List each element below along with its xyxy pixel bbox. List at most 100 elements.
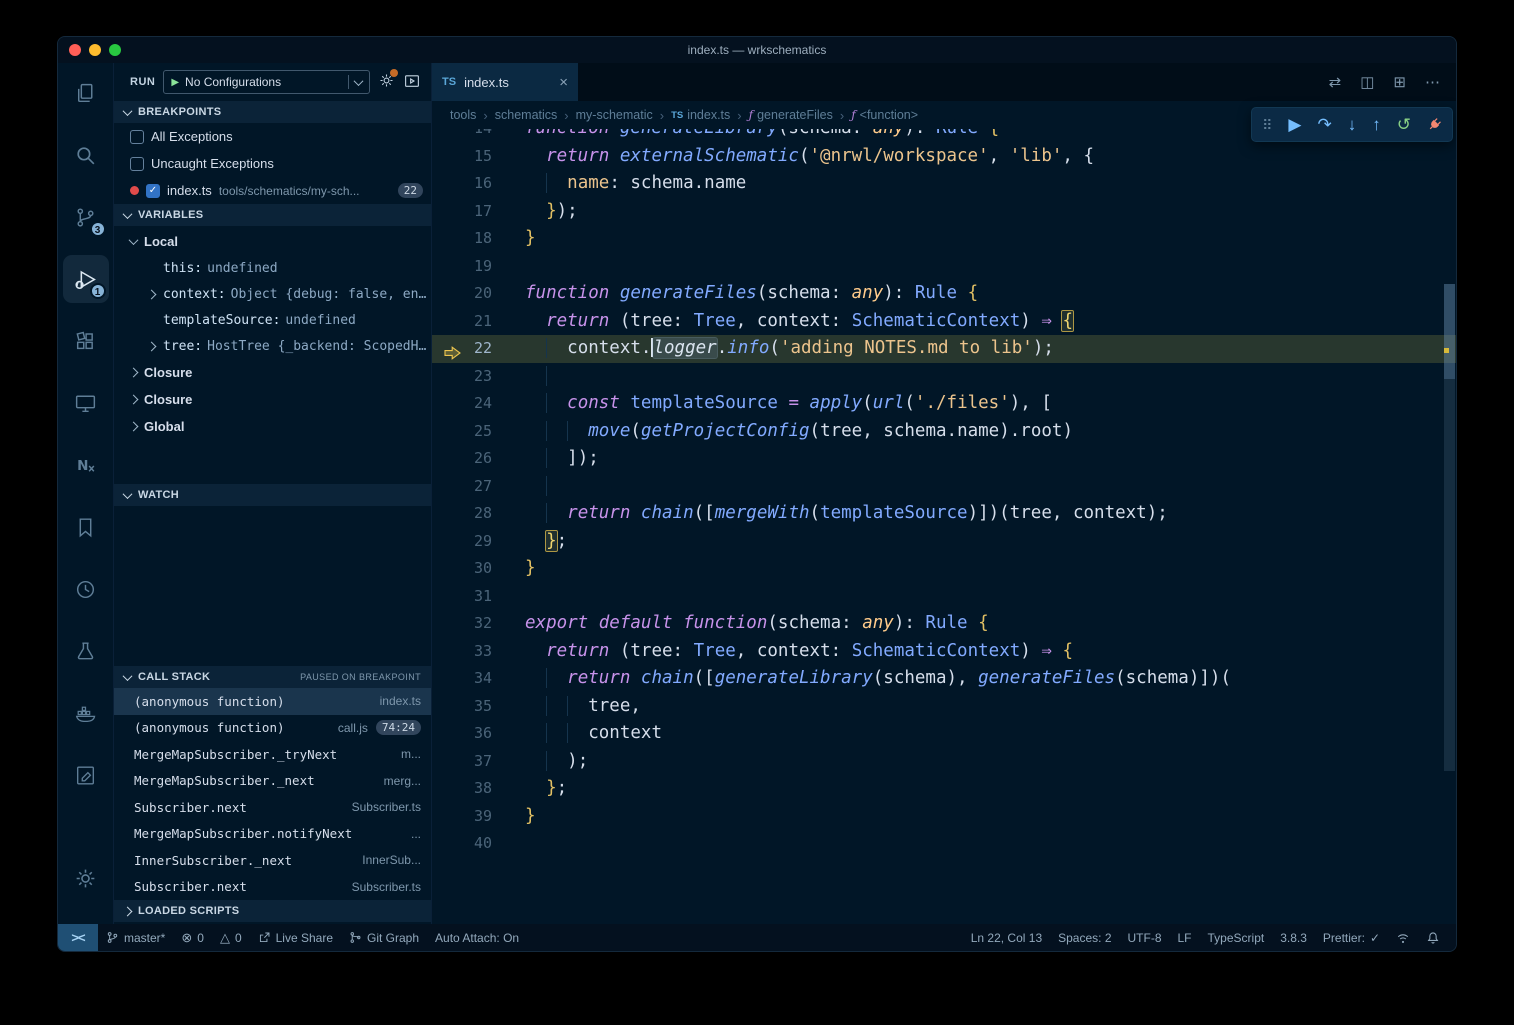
start-debugging-icon[interactable]: ▶ — [171, 77, 179, 88]
code-text[interactable]: }); — [525, 198, 578, 226]
code-line[interactable]: 15 return externalSchematic('@nrwl/works… — [432, 143, 1456, 171]
status-item-errors[interactable]: ⊗0 — [173, 924, 212, 951]
tab-index-ts[interactable]: TS index.ts × — [432, 63, 578, 101]
step-into-icon[interactable]: ↓ — [1348, 116, 1357, 133]
variable-scope-closure[interactable]: Closure — [114, 359, 431, 386]
disconnect-icon[interactable] — [1427, 117, 1442, 132]
breakpoint-row[interactable]: Uncaught Exceptions — [114, 150, 431, 177]
line-number[interactable]: 37 — [432, 748, 502, 776]
code-line[interactable]: 26 ]); — [432, 445, 1456, 473]
code-text[interactable]: context.logger.info('adding NOTES.md to … — [525, 335, 1054, 363]
status-item-warnings[interactable]: △0 — [212, 924, 250, 951]
code-line[interactable]: 25 move(getProjectConfig(tree, schema.na… — [432, 418, 1456, 446]
code-line[interactable]: 28 return chain([mergeWith(templateSourc… — [432, 500, 1456, 528]
status-item-ts-version[interactable]: 3.8.3 — [1272, 924, 1315, 951]
activity-item-clock[interactable] — [63, 565, 109, 613]
close-window-button[interactable] — [69, 44, 81, 56]
activity-item-beaker[interactable] — [63, 627, 109, 675]
code-line[interactable]: 22 context.logger.info('adding NOTES.md … — [432, 335, 1456, 363]
line-number[interactable]: 16 — [432, 170, 502, 198]
code-line[interactable]: 27 — [432, 473, 1456, 501]
line-number[interactable]: 22 — [432, 335, 502, 363]
code-line[interactable]: 21 return (tree: Tree, context: Schemati… — [432, 308, 1456, 336]
code-text[interactable]: const templateSource = apply(url('./file… — [525, 390, 1052, 418]
status-item-eol[interactable]: LF — [1170, 924, 1200, 951]
call-stack-frame[interactable]: (anonymous function)call.js74:24 — [114, 715, 431, 742]
titlebar[interactable]: index.ts — wrkschematics — [58, 37, 1456, 63]
breakpoint-checkbox[interactable] — [130, 130, 144, 144]
line-number[interactable]: 15 — [432, 143, 502, 171]
status-item-remote-indicator[interactable]: >< — [58, 924, 98, 951]
call-stack-frame[interactable]: InnerSubscriber._nextInnerSub... — [114, 847, 431, 874]
status-item-prettier[interactable]: Prettier:✓ — [1315, 924, 1388, 951]
code-line[interactable]: 23 — [432, 363, 1456, 391]
code-line[interactable]: 35 tree, — [432, 693, 1456, 721]
code-text[interactable]: name: schema.name — [525, 170, 746, 198]
breakpoint-checkbox[interactable] — [130, 157, 144, 171]
code-line[interactable]: 39} — [432, 803, 1456, 831]
status-item-live-share[interactable]: Live Share — [250, 924, 341, 951]
call-stack-frame[interactable]: Subscriber.nextSubscriber.ts — [114, 794, 431, 821]
line-number[interactable]: 34 — [432, 665, 502, 693]
maximize-window-button[interactable] — [109, 44, 121, 56]
line-number[interactable]: 30 — [432, 555, 502, 583]
activity-item-remote-explorer[interactable] — [63, 379, 109, 427]
variable-row[interactable]: context: Object {debug: false, en… — [114, 281, 431, 307]
status-item-indentation[interactable]: Spaces: 2 — [1050, 924, 1119, 951]
breadcrumb-item-4[interactable]: TSindex.ts — [671, 108, 730, 122]
code-line[interactable]: 18} — [432, 225, 1456, 253]
code-line[interactable]: 16 name: schema.name — [432, 170, 1456, 198]
restart-icon[interactable]: ↺ — [1397, 116, 1411, 133]
breadcrumb-item-6[interactable]: ƒ<function> — [851, 108, 918, 122]
code-text[interactable]: ); — [525, 748, 588, 776]
step-over-icon[interactable]: ↷ — [1318, 116, 1332, 133]
line-number[interactable]: 39 — [432, 803, 502, 831]
code-line[interactable]: 20function generateFiles(schema: any): R… — [432, 280, 1456, 308]
line-number[interactable]: 14 — [432, 129, 502, 143]
status-item-encoding[interactable]: UTF-8 — [1120, 924, 1170, 951]
variable-scope-global[interactable]: Global — [114, 413, 431, 440]
status-item-git-graph[interactable]: Git Graph — [341, 924, 427, 951]
call-stack-frame[interactable]: MergeMapSubscriber._tryNextm... — [114, 741, 431, 768]
more-actions-icon[interactable]: ⋯ — [1425, 73, 1440, 91]
breadcrumb-item-5[interactable]: ƒgenerateFiles — [749, 108, 833, 122]
status-item-feedback[interactable] — [1388, 924, 1418, 951]
line-number[interactable]: 40 — [432, 830, 502, 858]
editor-scrollbar[interactable] — [1443, 129, 1456, 924]
variables-header[interactable]: VARIABLES — [114, 204, 431, 226]
code-text[interactable]: return (tree: Tree, context: SchematicCo… — [525, 638, 1073, 666]
code-area[interactable]: 14 function generateLibrary(schema: any):… — [432, 129, 1456, 924]
breakpoint-row[interactable]: ✓index.tstools/schematics/my-sch...22 — [114, 177, 431, 204]
line-number[interactable]: 25 — [432, 418, 502, 446]
call-stack-frame[interactable]: MergeMapSubscriber._nextmerg... — [114, 768, 431, 795]
code-line[interactable]: 32export default function(schema: any): … — [432, 610, 1456, 638]
variable-scope-closure[interactable]: Closure — [114, 386, 431, 413]
split-editor-icon[interactable]: ◫ — [1360, 73, 1374, 91]
code-text[interactable]: } — [525, 225, 536, 253]
line-number[interactable]: 27 — [432, 473, 502, 501]
debug-console-button[interactable] — [403, 72, 421, 93]
code-text[interactable]: ]); — [525, 445, 599, 473]
toggle-layout-icon[interactable]: ⊞ — [1393, 73, 1406, 91]
variable-row[interactable]: this: undefined — [114, 255, 431, 281]
code-text[interactable]: }; — [525, 775, 567, 803]
code-line[interactable]: 24 const templateSource = apply(url('./f… — [432, 390, 1456, 418]
line-number[interactable]: 38 — [432, 775, 502, 803]
code-text[interactable]: function generateFiles(schema: any): Rul… — [525, 280, 978, 308]
code-text[interactable]: return chain([mergeWith(templateSource)]… — [525, 500, 1168, 528]
line-number[interactable]: 18 — [432, 225, 502, 253]
code-line[interactable]: 19 — [432, 253, 1456, 281]
line-number[interactable]: 23 — [432, 363, 502, 391]
line-number[interactable]: 36 — [432, 720, 502, 748]
line-number[interactable]: 33 — [432, 638, 502, 666]
code-text[interactable]: function generateLibrary(schema: any): R… — [525, 129, 999, 143]
code-line[interactable]: 30} — [432, 555, 1456, 583]
line-number[interactable]: 24 — [432, 390, 502, 418]
activity-item-source-control[interactable]: 3 — [63, 193, 109, 241]
open-changes-icon[interactable]: ⇄ — [1329, 73, 1342, 91]
status-item-git-branch[interactable]: master* — [98, 924, 173, 951]
code-line[interactable]: 17 }); — [432, 198, 1456, 226]
configure-launch-button[interactable] — [378, 72, 395, 92]
code-text[interactable]: return chain([generateLibrary(schema), g… — [525, 665, 1231, 693]
line-number[interactable]: 26 — [432, 445, 502, 473]
